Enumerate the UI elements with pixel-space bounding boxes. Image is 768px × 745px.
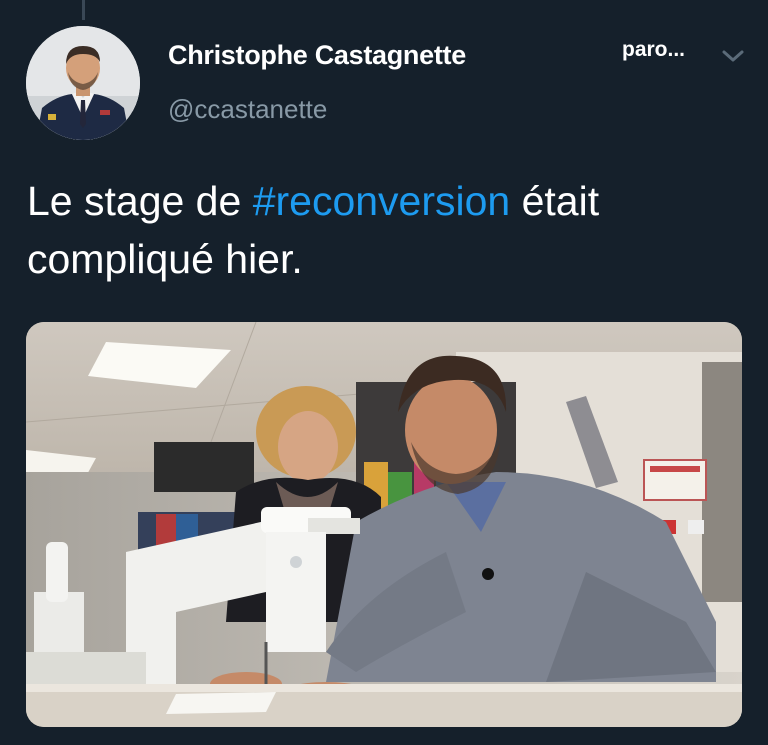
tweet-text-before-hashtag: Le stage de [27, 178, 253, 224]
photo-sewing-workshop-icon [26, 322, 742, 727]
tweet-card[interactable]: Christophe Castagnette @ccastanette paro… [0, 0, 768, 745]
tweet-media-photo[interactable] [26, 322, 742, 727]
avatar-photo-icon [26, 26, 140, 140]
parody-label: paro... [622, 38, 686, 61]
thread-connector-line [82, 0, 85, 20]
chevron-down-icon[interactable] [720, 46, 746, 66]
hashtag-link[interactable]: #reconversion [253, 178, 511, 224]
author-display-name[interactable]: Christophe Castagnette [168, 40, 466, 71]
avatar[interactable] [26, 26, 140, 140]
tweet-text: Le stage de #reconversion était compliqu… [27, 172, 747, 288]
author-handle[interactable]: @ccastanette [168, 94, 327, 125]
